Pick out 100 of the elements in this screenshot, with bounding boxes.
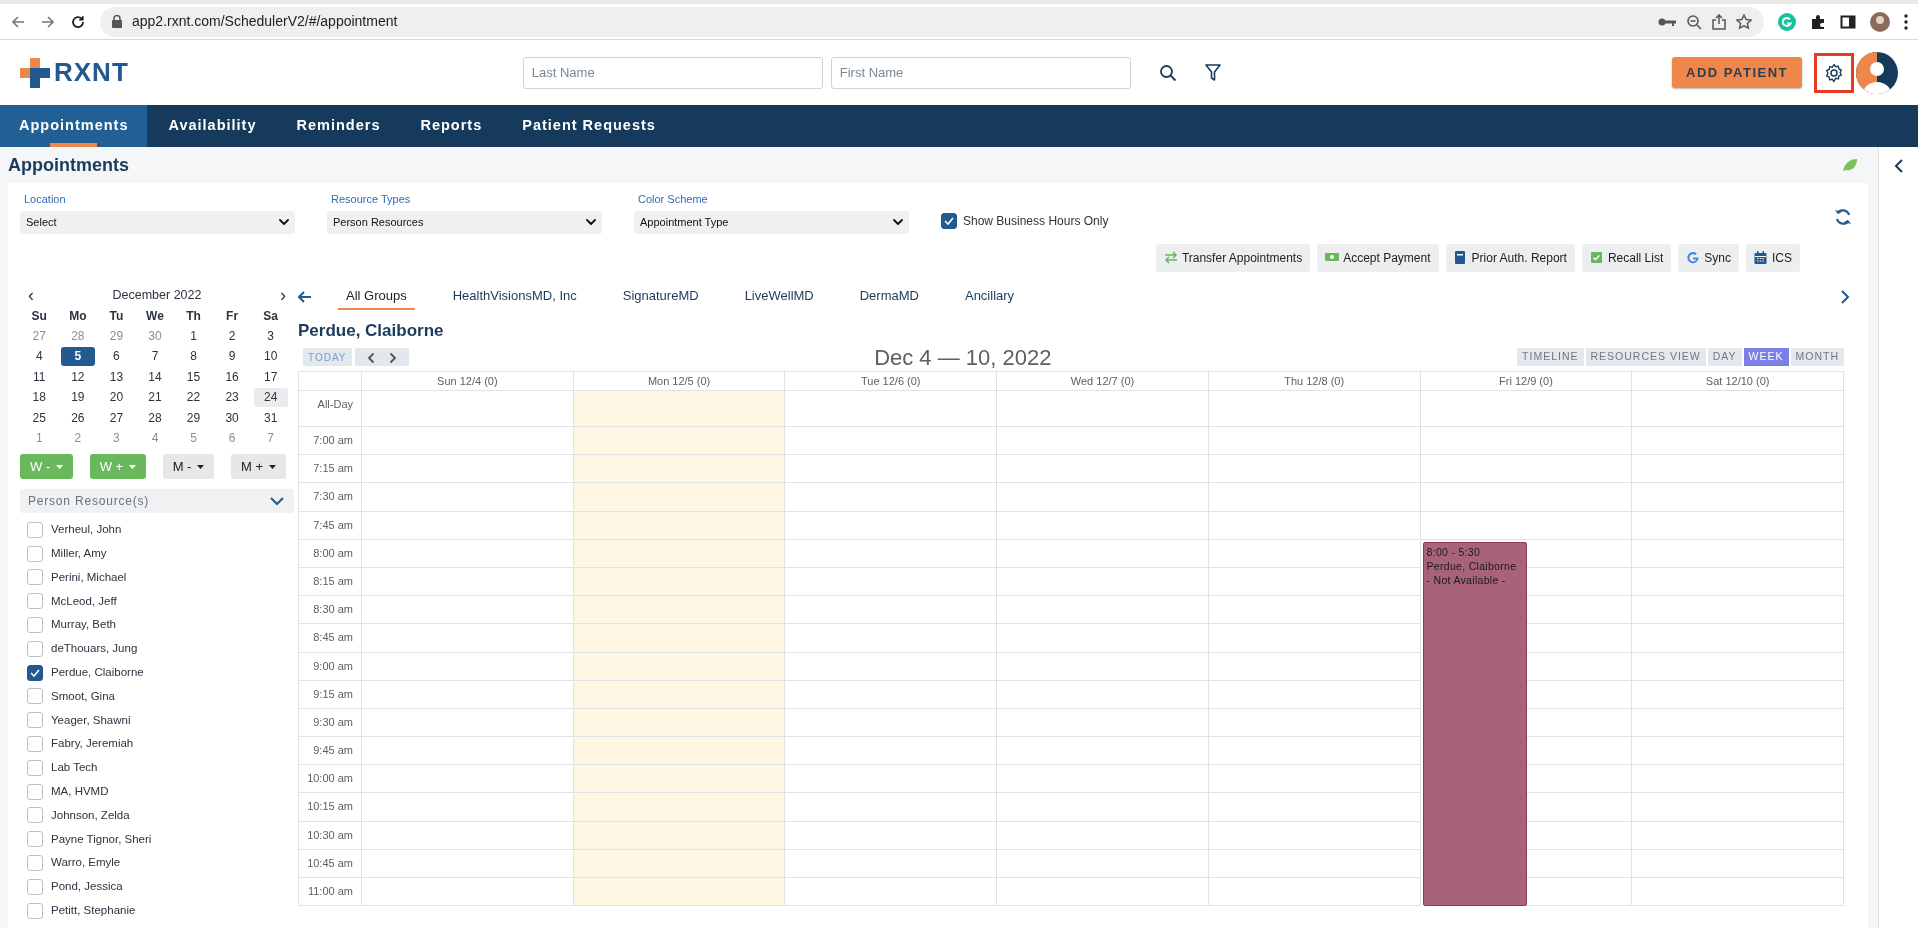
highlighted-time-slot[interactable]	[573, 596, 786, 625]
time-slot[interactable]	[1632, 821, 1844, 850]
event-block[interactable]: 8:00 - 5:30 Perdue, Claiborne - Not Available -	[1422, 541, 1527, 907]
prev-month-button[interactable]: ‹	[28, 282, 34, 309]
time-slot[interactable]	[785, 511, 998, 540]
checkbox[interactable]	[27, 712, 43, 729]
time-slot[interactable]	[1208, 511, 1421, 540]
time-slot[interactable]	[1632, 427, 1844, 456]
time-slot[interactable]	[997, 793, 1209, 822]
time-slot[interactable]	[1632, 483, 1844, 512]
time-slot[interactable]	[997, 878, 1209, 907]
time-slot[interactable]	[1632, 652, 1844, 681]
checkbox[interactable]	[27, 569, 43, 586]
settings-icon[interactable]	[1824, 62, 1844, 83]
checkbox[interactable]	[27, 902, 43, 919]
next-month-button[interactable]: ›	[280, 282, 286, 309]
action-button[interactable]: Transfer Appointments	[1155, 243, 1311, 272]
time-slot[interactable]	[785, 483, 998, 512]
calendar-day[interactable]: 12	[60, 367, 95, 387]
time-slot[interactable]	[785, 652, 998, 681]
action-button[interactable]: Prior Auth. Report	[1445, 243, 1575, 272]
checkbox[interactable]	[27, 783, 43, 800]
calendar-day[interactable]: 24	[253, 388, 288, 408]
time-slot[interactable]	[785, 567, 998, 597]
calendar-day[interactable]: 19	[60, 388, 95, 408]
resource-list-header[interactable]: Person Resource(s)	[20, 489, 294, 513]
view-button[interactable]: RESOURCES VIEW	[1585, 348, 1706, 366]
filter-icon[interactable]	[1204, 63, 1221, 82]
time-slot[interactable]	[785, 821, 998, 850]
settings-button[interactable]	[1814, 52, 1854, 93]
key-icon[interactable]	[1658, 16, 1676, 27]
extension-circle-icon[interactable]	[1778, 12, 1796, 31]
calendar-day[interactable]: 14	[137, 367, 172, 387]
time-slot[interactable]	[362, 849, 574, 878]
calendar-day[interactable]: 29	[176, 408, 211, 428]
highlighted-time-slot[interactable]	[573, 708, 786, 738]
group-tab[interactable]: All Groups	[338, 282, 415, 311]
calendar-day[interactable]: 7	[137, 347, 172, 367]
time-slot[interactable]	[785, 596, 998, 625]
time-slot[interactable]	[785, 539, 998, 568]
time-slot[interactable]	[997, 596, 1209, 625]
time-slot[interactable]	[1208, 539, 1421, 568]
time-slot[interactable]	[1420, 427, 1633, 456]
time-slot[interactable]	[785, 391, 998, 427]
time-slot[interactable]	[1208, 427, 1421, 456]
time-slot[interactable]	[1208, 765, 1421, 794]
calendar-day[interactable]: 2	[215, 326, 250, 346]
highlighted-time-slot[interactable]	[573, 652, 786, 681]
group-tab[interactable]: Ancillary	[956, 282, 1023, 311]
time-slot[interactable]	[362, 793, 574, 822]
time-slot[interactable]	[1208, 849, 1421, 878]
forward-icon[interactable]	[40, 13, 56, 30]
time-slot[interactable]	[1208, 624, 1421, 653]
time-slot[interactable]	[997, 455, 1209, 484]
time-slot[interactable]	[997, 624, 1209, 653]
calendar-day[interactable]: 6	[99, 347, 134, 367]
time-slot[interactable]	[1632, 455, 1844, 484]
checkbox[interactable]	[27, 736, 43, 753]
time-slot[interactable]	[362, 878, 574, 907]
first-name-field[interactable]: First Name	[830, 56, 1131, 89]
calendar-day[interactable]: 15	[176, 367, 211, 387]
nav-tab[interactable]: Patient Requests	[503, 105, 675, 147]
refresh-icon[interactable]	[1834, 207, 1852, 226]
highlighted-time-slot[interactable]	[573, 680, 786, 709]
calendar-day[interactable]: 27	[99, 408, 134, 428]
time-slot[interactable]	[1208, 483, 1421, 512]
calendar-day[interactable]: 21	[137, 388, 172, 408]
time-slot[interactable]	[785, 793, 998, 822]
time-slot[interactable]	[997, 567, 1209, 597]
calendar-day[interactable]: 20	[99, 388, 134, 408]
highlighted-time-slot[interactable]	[573, 483, 786, 512]
time-slot[interactable]	[1632, 624, 1844, 653]
calendar-day[interactable]: 28	[137, 408, 172, 428]
arrow-left-icon[interactable]	[298, 290, 312, 303]
highlighted-time-slot[interactable]	[573, 511, 786, 540]
time-slot[interactable]	[785, 765, 998, 794]
time-slot[interactable]	[997, 483, 1209, 512]
time-slot[interactable]	[997, 511, 1209, 540]
time-slot[interactable]	[785, 878, 998, 907]
calendar-day[interactable]: 4	[22, 347, 57, 367]
view-button[interactable]: DAY	[1707, 348, 1742, 366]
checkbox[interactable]	[27, 545, 43, 562]
checkbox[interactable]	[27, 831, 43, 848]
time-slot[interactable]	[785, 427, 998, 456]
calendar-day[interactable]: 30	[215, 408, 250, 428]
avatar-icon[interactable]	[1870, 11, 1890, 32]
time-slot[interactable]	[1632, 737, 1844, 766]
nav-tab[interactable]: Appointments	[0, 105, 148, 147]
search-icon[interactable]	[1158, 63, 1177, 82]
time-slot[interactable]	[362, 708, 574, 738]
time-slot[interactable]	[362, 511, 574, 540]
time-slot[interactable]	[362, 391, 574, 427]
time-slot[interactable]	[362, 680, 574, 709]
time-slot[interactable]	[1208, 793, 1421, 822]
time-slot[interactable]	[362, 539, 574, 568]
time-slot[interactable]	[1420, 391, 1633, 427]
time-slot[interactable]	[997, 737, 1209, 766]
group-tab[interactable]: DermaMD	[851, 282, 927, 311]
time-slot[interactable]	[1632, 511, 1844, 540]
calendar-day[interactable]: 11	[22, 367, 57, 387]
